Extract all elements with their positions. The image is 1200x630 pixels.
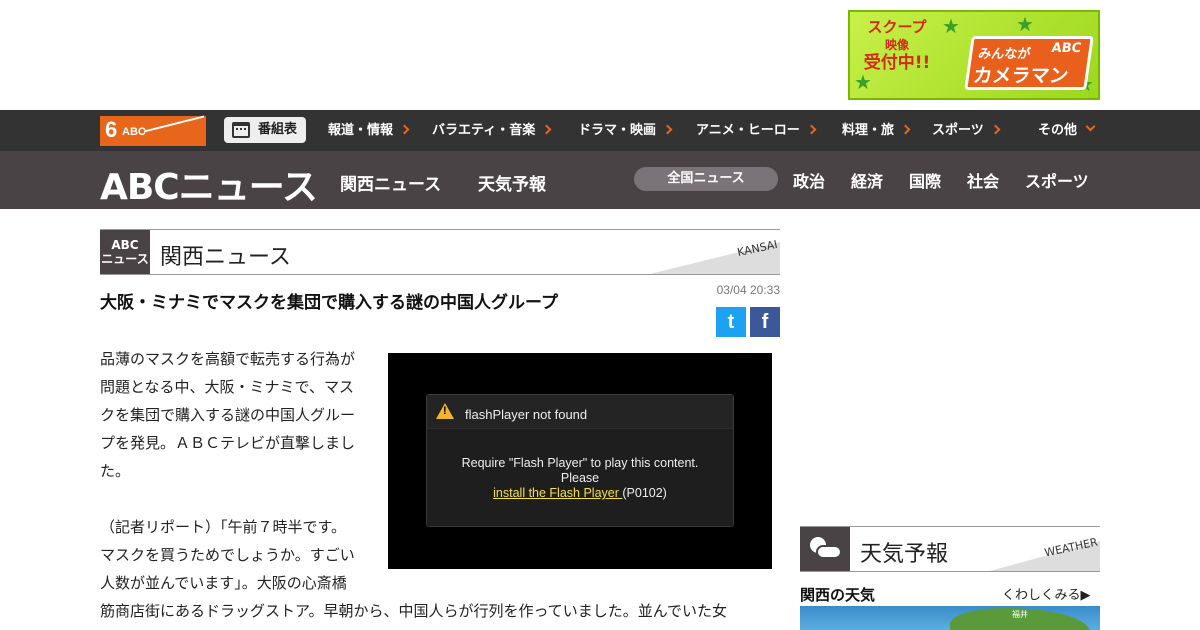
weather-map[interactable]: 福井 [800,606,1100,630]
gnav-label: ドラマ・映画 [578,123,657,138]
abc-news-badge: ABC ニュース [100,230,150,274]
program-guide-label: 番組表 [258,122,298,137]
article-title: 大阪・ミナミでマスクを集団で購入する謎の中国人グループ [100,293,558,313]
nationwide-news-button[interactable]: 全国ニュース [634,167,778,191]
message-line: install the Flash Player (P0102) [427,486,733,501]
gnav-label: バラエティ・音楽 [432,123,536,138]
cloud-shape [816,545,842,559]
chevron-right-icon [399,124,410,135]
badge-line: ABC [111,238,139,252]
twitter-icon: t [727,311,735,333]
gnav-item-news[interactable]: 報道・情報 [328,110,410,151]
ad-scoop-line: スクープ [867,18,927,36]
program-guide-button[interactable]: 番組表 [224,117,306,143]
chevron-right-icon [900,124,911,135]
ad-brand-minna: みんなが [977,47,1032,62]
category-politics[interactable]: 政治 [793,168,825,192]
dialog-title: flashPlayer not found [465,407,588,422]
category-international[interactable]: 国際 [909,168,941,192]
text-line: マスクを買うためでしょうか。すごい [100,546,355,564]
text-line: 問題となる中、大阪・ミナミで、マス [100,378,354,396]
twitter-share-button[interactable]: t [716,307,746,337]
star-icon: ★ [1016,12,1034,36]
ad-brand-camera: カメラマン [971,65,1070,87]
video-player[interactable]: flashPlayer not found Require "Flash Pla… [388,353,772,569]
calendar-icon [232,122,250,138]
gnav-label: スポーツ [932,123,984,138]
category-economy[interactable]: 経済 [851,168,883,192]
tab-kansai-news[interactable]: 関西ニュース [340,170,441,195]
gnav-item-anime[interactable]: アニメ・ヒーロー [696,110,817,151]
chevron-right-icon [662,124,673,135]
article-paragraph-2: （記者リポート）「午前７時半です。 マスクを買うためでしょうか。すごい 人数が並… [100,513,380,597]
category-society[interactable]: 社会 [967,168,999,192]
chevron-down-icon [1085,121,1096,132]
badge-line: ニュース [101,252,149,266]
ad-brand-abc: ABC [1050,41,1083,56]
chevron-right-icon [990,124,1001,135]
dialog-header: flashPlayer not found [427,395,733,429]
scoop-video-ad-banner[interactable]: ★ ★ ★ ★ スクープ 映像 受付中!! みんなが ABC カメラマン [848,10,1100,100]
star-icon: ★ [854,70,872,94]
logo-swoosh [144,115,204,147]
gnav-item-sports[interactable]: スポーツ [932,110,1001,151]
more-weather-link[interactable]: くわしくみる▶ [1002,584,1091,603]
global-nav: 6 ABC 番組表 報道・情報 バラエティ・音楽 ドラマ・映画 アニメ・ヒーロー… [0,110,1200,151]
text-line: プを発見。ＡＢＣテレビが直撃しまし [100,434,356,452]
tab-weather[interactable]: 天気予報 [478,170,546,195]
ad-scoop-line: 受付中!! [863,53,931,73]
logo-abc: ABC [122,126,146,138]
error-code: (P0102) [622,486,667,500]
section-title: 関西ニュース [160,245,291,270]
weather-section-title: 天気予報 [860,542,949,567]
install-flash-link[interactable]: install the Flash Player [493,486,622,500]
gnav-item-other[interactable]: その他 [1038,110,1096,151]
chevron-right-icon [806,124,817,135]
gnav-label: その他 [1038,123,1078,138]
ad-scoop-line: 映像 [884,38,909,52]
dialog-message: Require "Flash Player" to play this cont… [427,429,733,501]
section-header-kansai: ABC ニュース 関西ニュース KANSAI [100,229,780,275]
gnav-item-cooking[interactable]: 料理・旅 [842,110,911,151]
text-line: クを集団で購入する謎の中国人グルー [100,406,356,424]
section-header-weather: 天気予報 WEATHER [800,526,1100,572]
abc-news-logo[interactable]: ABCニュース [100,158,318,210]
article-paragraph-2-continued: 筋商店街にあるドラッグストア。早朝から、中国人らが行列を作っていました。並んでい… [100,602,728,620]
sun-cloud-icon [808,537,842,561]
message-line: Require "Flash Player" to play this cont… [461,456,699,470]
text-line: （記者リポート）「午前７時半です。 [100,518,347,536]
weather-badge [800,527,850,571]
kansai-weather-label: 関西の天気 [800,586,876,604]
6abc-logo[interactable]: 6 ABC [100,115,206,147]
warning-icon [436,403,454,419]
logo-six: 6 [105,117,118,142]
news-header: ABCニュース 関西ニュース 天気予報 全国ニュース 政治 経済 国際 社会 ス… [0,151,1200,209]
ad-camera-logo: みんなが ABC カメラマン [964,36,1094,90]
text-line: 人数が並んでいます」。大阪の心斎橋 [100,574,347,592]
message-line: Please [560,471,600,485]
facebook-icon: f [761,311,769,333]
map-city-label: 福井 [1012,610,1028,619]
star-icon: ★ [942,14,960,38]
gnav-item-drama[interactable]: ドラマ・映画 [578,110,673,151]
gnav-label: 料理・旅 [842,123,895,138]
article-paragraph-1: 品薄のマスクを高額で転売する行為が 問題となる中、大阪・ミナミで、マス クを集団… [100,345,380,485]
text-line: 品薄のマスクを高額で転売する行為が [100,350,356,368]
flash-not-found-dialog: flashPlayer not found Require "Flash Pla… [426,394,734,527]
gnav-label: アニメ・ヒーロー [696,123,800,138]
ad-scoop-text: スクープ 映像 受付中!! [862,18,932,72]
gnav-label: 報道・情報 [328,123,394,138]
text-line: た。 [100,462,131,480]
chevron-right-icon [541,124,552,135]
category-sports[interactable]: スポーツ [1025,168,1089,192]
gnav-item-variety[interactable]: バラエティ・音楽 [432,110,552,151]
article-timestamp: 03/04 20:33 [716,283,780,297]
facebook-share-button[interactable]: f [750,307,780,337]
